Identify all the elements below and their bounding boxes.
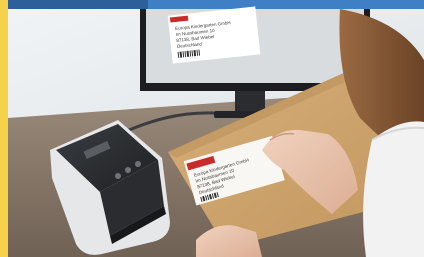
left-yellow-frame xyxy=(0,0,8,257)
product-photo: Europa Kindergarten GmbH Im Nussbaumen 1… xyxy=(0,0,424,257)
screen-label-preview: Europa Kindergarten GmbH Im Nussbaumen 1… xyxy=(167,6,261,64)
